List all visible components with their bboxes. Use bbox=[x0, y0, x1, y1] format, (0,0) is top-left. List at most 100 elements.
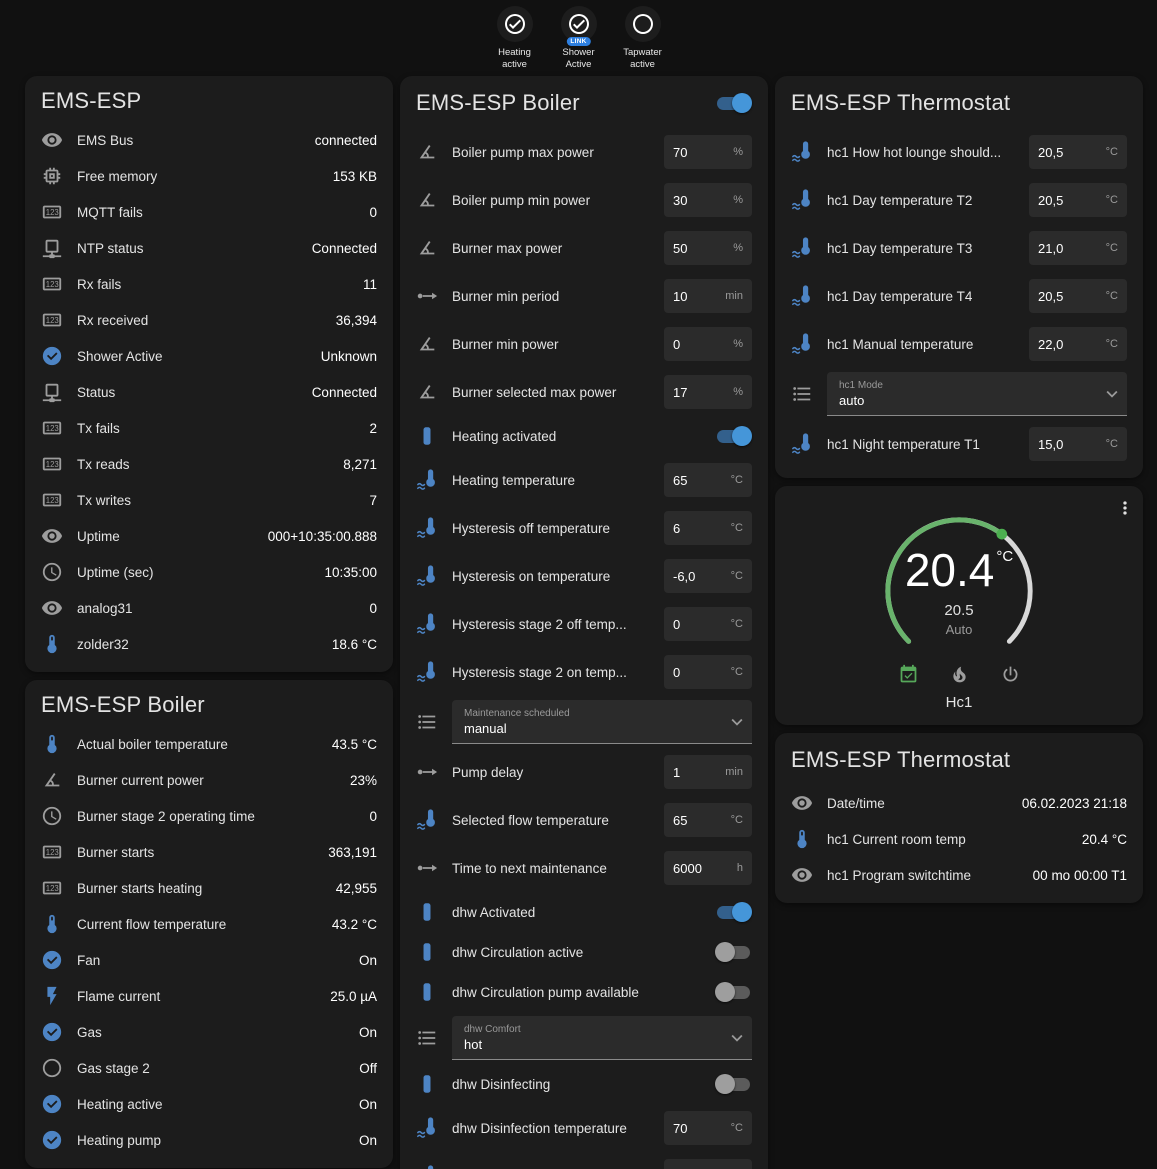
sensor-row[interactable]: Flame current25.0 µA bbox=[41, 978, 377, 1014]
control-row[interactable]: hc1 Manual temperature22,0°C bbox=[791, 320, 1127, 368]
control-row[interactable]: Heating activated bbox=[416, 416, 752, 456]
control-row[interactable]: Burner min power0% bbox=[416, 320, 752, 368]
status-badge[interactable]: LINKShower Active bbox=[552, 6, 606, 71]
number-input[interactable]: 20,5°C bbox=[1029, 135, 1127, 169]
sensor-row[interactable]: Current flow temperature43.2 °C bbox=[41, 906, 377, 942]
control-row[interactable]: hc1 Day temperature T420,5°C bbox=[791, 272, 1127, 320]
sensor-row[interactable]: Free memory153 KB bbox=[41, 158, 377, 194]
number-input[interactable]: 20,5°C bbox=[1029, 183, 1127, 217]
control-row[interactable]: dhw Activated bbox=[416, 892, 752, 932]
sensor-row[interactable]: StatusConnected bbox=[41, 374, 377, 410]
control-row[interactable]: Hysteresis on temperature-6,0°C bbox=[416, 552, 752, 600]
thermostat-dial[interactable]: 20.4°C 20.5 Auto bbox=[870, 502, 1048, 680]
sensor-row[interactable]: 123Burner starts363,191 bbox=[41, 834, 377, 870]
number-input[interactable]: 20,5°C bbox=[1029, 279, 1127, 313]
control-row[interactable]: hc1 Day temperature T220,5°C bbox=[791, 176, 1127, 224]
number-input[interactable]: 0°C bbox=[664, 655, 752, 689]
number-input[interactable]: 70°C bbox=[664, 1111, 752, 1145]
control-row[interactable]: dhw Circulation active bbox=[416, 932, 752, 972]
sensor-row[interactable]: Gas stage 2Off bbox=[41, 1050, 377, 1086]
number-input[interactable]: 65°C bbox=[664, 803, 752, 837]
number-input[interactable]: 17% bbox=[664, 375, 752, 409]
control-row[interactable]: Burner selected max power17% bbox=[416, 368, 752, 416]
number-input[interactable]: 1min bbox=[664, 755, 752, 789]
number-input[interactable]: 6°C bbox=[664, 511, 752, 545]
sensor-row[interactable]: 123Burner starts heating42,955 bbox=[41, 870, 377, 906]
sensor-row[interactable]: Burner stage 2 operating time0 bbox=[41, 798, 377, 834]
control-row[interactable]: Hysteresis stage 2 on temp...0°C bbox=[416, 648, 752, 696]
sensor-row[interactable]: NTP statusConnected bbox=[41, 230, 377, 266]
sensor-row[interactable]: 123Rx fails11 bbox=[41, 266, 377, 302]
number-input[interactable]: 30% bbox=[664, 183, 752, 217]
control-row[interactable]: Boiler pump max power70% bbox=[416, 128, 752, 176]
control-row[interactable]: Selected flow temperature65°C bbox=[416, 796, 752, 844]
status-badge[interactable]: Tapwater active bbox=[616, 6, 670, 71]
sensor-row[interactable]: GasOn bbox=[41, 1014, 377, 1050]
control-row[interactable]: Hysteresis stage 2 off temp...0°C bbox=[416, 600, 752, 648]
control-row[interactable]: dhw Disinfecting bbox=[416, 1064, 752, 1104]
sensor-row[interactable]: EMS Busconnected bbox=[41, 122, 377, 158]
select-dropdown[interactable]: hc1 Modeauto bbox=[827, 372, 1127, 416]
number-input[interactable]: 22,0°C bbox=[1029, 327, 1127, 361]
number-input[interactable]: 0°C bbox=[664, 607, 752, 641]
sensor-row[interactable]: Heating pumpOn bbox=[41, 1122, 377, 1158]
control-row[interactable]: hc1 Day temperature T321,0°C bbox=[791, 224, 1127, 272]
sensor-row[interactable]: Date/time06.02.2023 21:18 bbox=[791, 785, 1127, 821]
sensor-row[interactable]: Shower ActiveUnknown bbox=[41, 338, 377, 374]
number-input[interactable]: 21,0°C bbox=[1029, 231, 1127, 265]
control-row[interactable]: hc1 Night temperature T115,0°C bbox=[791, 420, 1127, 468]
control-row[interactable]: Boiler pump min power30% bbox=[416, 176, 752, 224]
sensor-row[interactable]: 123Tx fails2 bbox=[41, 410, 377, 446]
control-row[interactable]: hc1 Modeauto bbox=[791, 368, 1127, 420]
power-icon[interactable] bbox=[1000, 664, 1021, 685]
sensor-row[interactable]: Actual boiler temperature43.5 °C bbox=[41, 726, 377, 762]
control-row[interactable]: dhw Disinfection temperature70°C bbox=[416, 1104, 752, 1152]
sensor-row[interactable]: Heating activeOn bbox=[41, 1086, 377, 1122]
control-row[interactable]: dhw Comforthot bbox=[416, 1012, 752, 1064]
card-header-toggle[interactable] bbox=[715, 93, 752, 113]
calendar-check-icon[interactable] bbox=[898, 664, 919, 685]
sensor-row[interactable]: 123MQTT fails0 bbox=[41, 194, 377, 230]
number-input[interactable]: 6000h bbox=[664, 851, 752, 885]
number-input[interactable]: 50% bbox=[664, 231, 752, 265]
toggle-switch[interactable] bbox=[715, 426, 752, 446]
select-dropdown[interactable]: Maintenance scheduledmanual bbox=[452, 700, 752, 744]
control-row[interactable]: Time to next maintenance6000h bbox=[416, 844, 752, 892]
fire-icon[interactable] bbox=[949, 664, 970, 685]
toggle-switch[interactable] bbox=[715, 902, 752, 922]
sensor-row[interactable]: zolder3218.6 °C bbox=[41, 626, 377, 662]
sensor-row[interactable]: hc1 Program switchtime00 mo 00:00 T1 bbox=[791, 857, 1127, 893]
toggle-switch[interactable] bbox=[715, 1074, 752, 1094]
sensor-row[interactable]: FanOn bbox=[41, 942, 377, 978]
control-row[interactable]: Hysteresis off temperature6°C bbox=[416, 504, 752, 552]
toggle-switch[interactable] bbox=[715, 982, 752, 1002]
sensor-row[interactable]: 123Rx received36,394 bbox=[41, 302, 377, 338]
control-row[interactable]: dhw Flow temperature offset40°C bbox=[416, 1152, 752, 1169]
sensor-row[interactable]: Burner current power23% bbox=[41, 762, 377, 798]
number-input[interactable]: -6,0°C bbox=[664, 559, 752, 593]
control-row[interactable]: Maintenance scheduledmanual bbox=[416, 696, 752, 748]
control-row[interactable]: Heating temperature65°C bbox=[416, 456, 752, 504]
control-row[interactable]: Pump delay1min bbox=[416, 748, 752, 796]
sensor-row[interactable]: 123Tx reads8,271 bbox=[41, 446, 377, 482]
number-input[interactable]: 65°C bbox=[664, 463, 752, 497]
dots-vertical-icon[interactable] bbox=[1115, 498, 1135, 518]
number-input[interactable]: 0% bbox=[664, 327, 752, 361]
sensor-row[interactable]: analog310 bbox=[41, 590, 377, 626]
number-input[interactable]: 15,0°C bbox=[1029, 427, 1127, 461]
toggle-switch[interactable] bbox=[715, 942, 752, 962]
control-row[interactable]: Burner max power50% bbox=[416, 224, 752, 272]
sensor-row[interactable]: hc1 Current room temp20.4 °C bbox=[791, 821, 1127, 857]
number-input[interactable]: 10min bbox=[664, 279, 752, 313]
sensor-row[interactable]: 123Tx writes7 bbox=[41, 482, 377, 518]
control-row[interactable]: Burner min period10min bbox=[416, 272, 752, 320]
number-input[interactable]: 40°C bbox=[664, 1159, 752, 1169]
status-badge[interactable]: Heating active bbox=[488, 6, 542, 71]
sensor-row[interactable]: Uptime000+10:35:00.888 bbox=[41, 518, 377, 554]
control-row[interactable]: dhw Circulation pump available bbox=[416, 972, 752, 1012]
sensor-row[interactable]: Uptime (sec)10:35:00 bbox=[41, 554, 377, 590]
eye-icon bbox=[791, 792, 813, 814]
select-dropdown[interactable]: dhw Comforthot bbox=[452, 1016, 752, 1060]
number-input[interactable]: 70% bbox=[664, 135, 752, 169]
control-row[interactable]: hc1 How hot lounge should...20,5°C bbox=[791, 128, 1127, 176]
